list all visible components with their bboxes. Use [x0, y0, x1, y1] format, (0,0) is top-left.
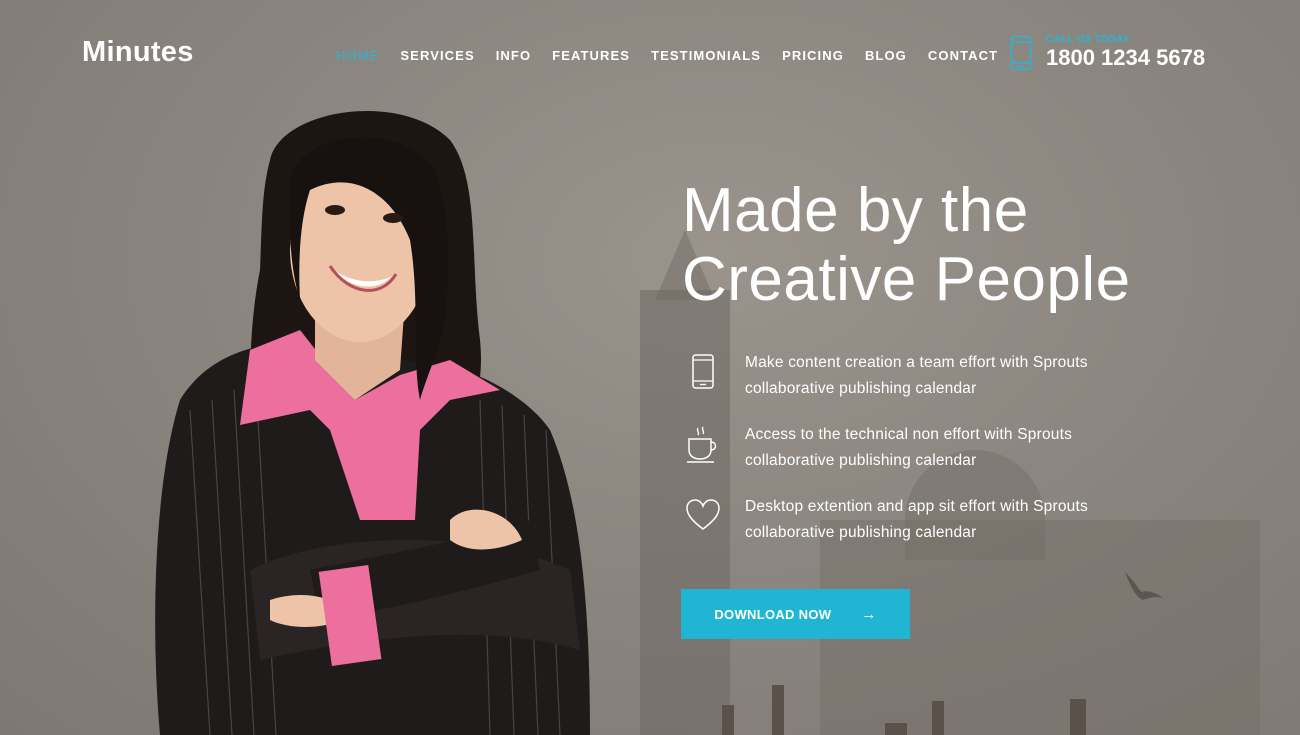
feature-text-line: Make content creation a team effort with… [745, 354, 1088, 371]
feature-text: Access to the technical non effort with … [745, 422, 1145, 474]
wooden-pole [885, 723, 907, 735]
heart-icon [686, 499, 720, 530]
feature-item: Access to the technical non effort with … [686, 426, 1145, 474]
nav-item-services[interactable]: SERVICES [400, 48, 474, 63]
nav-item-home[interactable]: HOME [336, 48, 379, 63]
wooden-pole [722, 705, 734, 735]
feature-text: Desktop extention and app sit effort wit… [745, 494, 1145, 546]
businesswoman-photo [155, 111, 591, 735]
call-us-block: CALL US TODAY 1800 1234 5678 [1010, 34, 1205, 71]
feature-item: Desktop extention and app sit effort wit… [686, 498, 1145, 546]
nav-item-pricing[interactable]: PRICING [782, 48, 844, 63]
feature-text-line: collaborative publishing calendar [745, 452, 977, 469]
nav-item-testimonials[interactable]: TESTIMONIALS [651, 48, 761, 63]
main-navigation: HOME SERVICES INFO FEATURES TESTIMONIALS… [336, 48, 1019, 63]
nav-item-contact[interactable]: CONTACT [928, 48, 998, 63]
wooden-pole [772, 685, 784, 735]
nav-item-blog[interactable]: BLOG [865, 48, 907, 63]
nav-item-features[interactable]: FEATURES [552, 48, 630, 63]
headline-line-1: Made by the [682, 176, 1029, 245]
wooden-pole [1070, 699, 1086, 735]
feature-text-line: collaborative publishing calendar [745, 524, 977, 541]
headline-line-2: Creative People [682, 245, 1131, 314]
mobile-phone-icon [692, 354, 714, 389]
feature-text-line: collaborative publishing calendar [745, 380, 977, 397]
feature-text-line: Desktop extention and app sit effort wit… [745, 498, 1088, 515]
site-logo[interactable]: Minutes [82, 36, 194, 69]
seagull-image [1125, 572, 1163, 600]
download-button-label: DOWNLOAD NOW [714, 606, 832, 622]
hero-headline: Made by the Creative People [682, 176, 1131, 314]
download-now-button[interactable]: DOWNLOAD NOW → [681, 589, 910, 639]
arrow-right-icon: → [861, 605, 877, 623]
phone-number[interactable]: 1800 1234 5678 [1046, 45, 1205, 71]
feature-text: Make content creation a team effort with… [745, 350, 1145, 402]
call-us-label: CALL US TODAY [1046, 34, 1130, 45]
feature-text-line: Access to the technical non effort with … [745, 426, 1073, 443]
nav-item-info[interactable]: INFO [496, 48, 531, 63]
mobile-phone-icon [1010, 35, 1032, 70]
wooden-pole [932, 701, 944, 735]
coffee-cup-icon [687, 426, 717, 463]
feature-item: Make content creation a team effort with… [686, 354, 1145, 402]
